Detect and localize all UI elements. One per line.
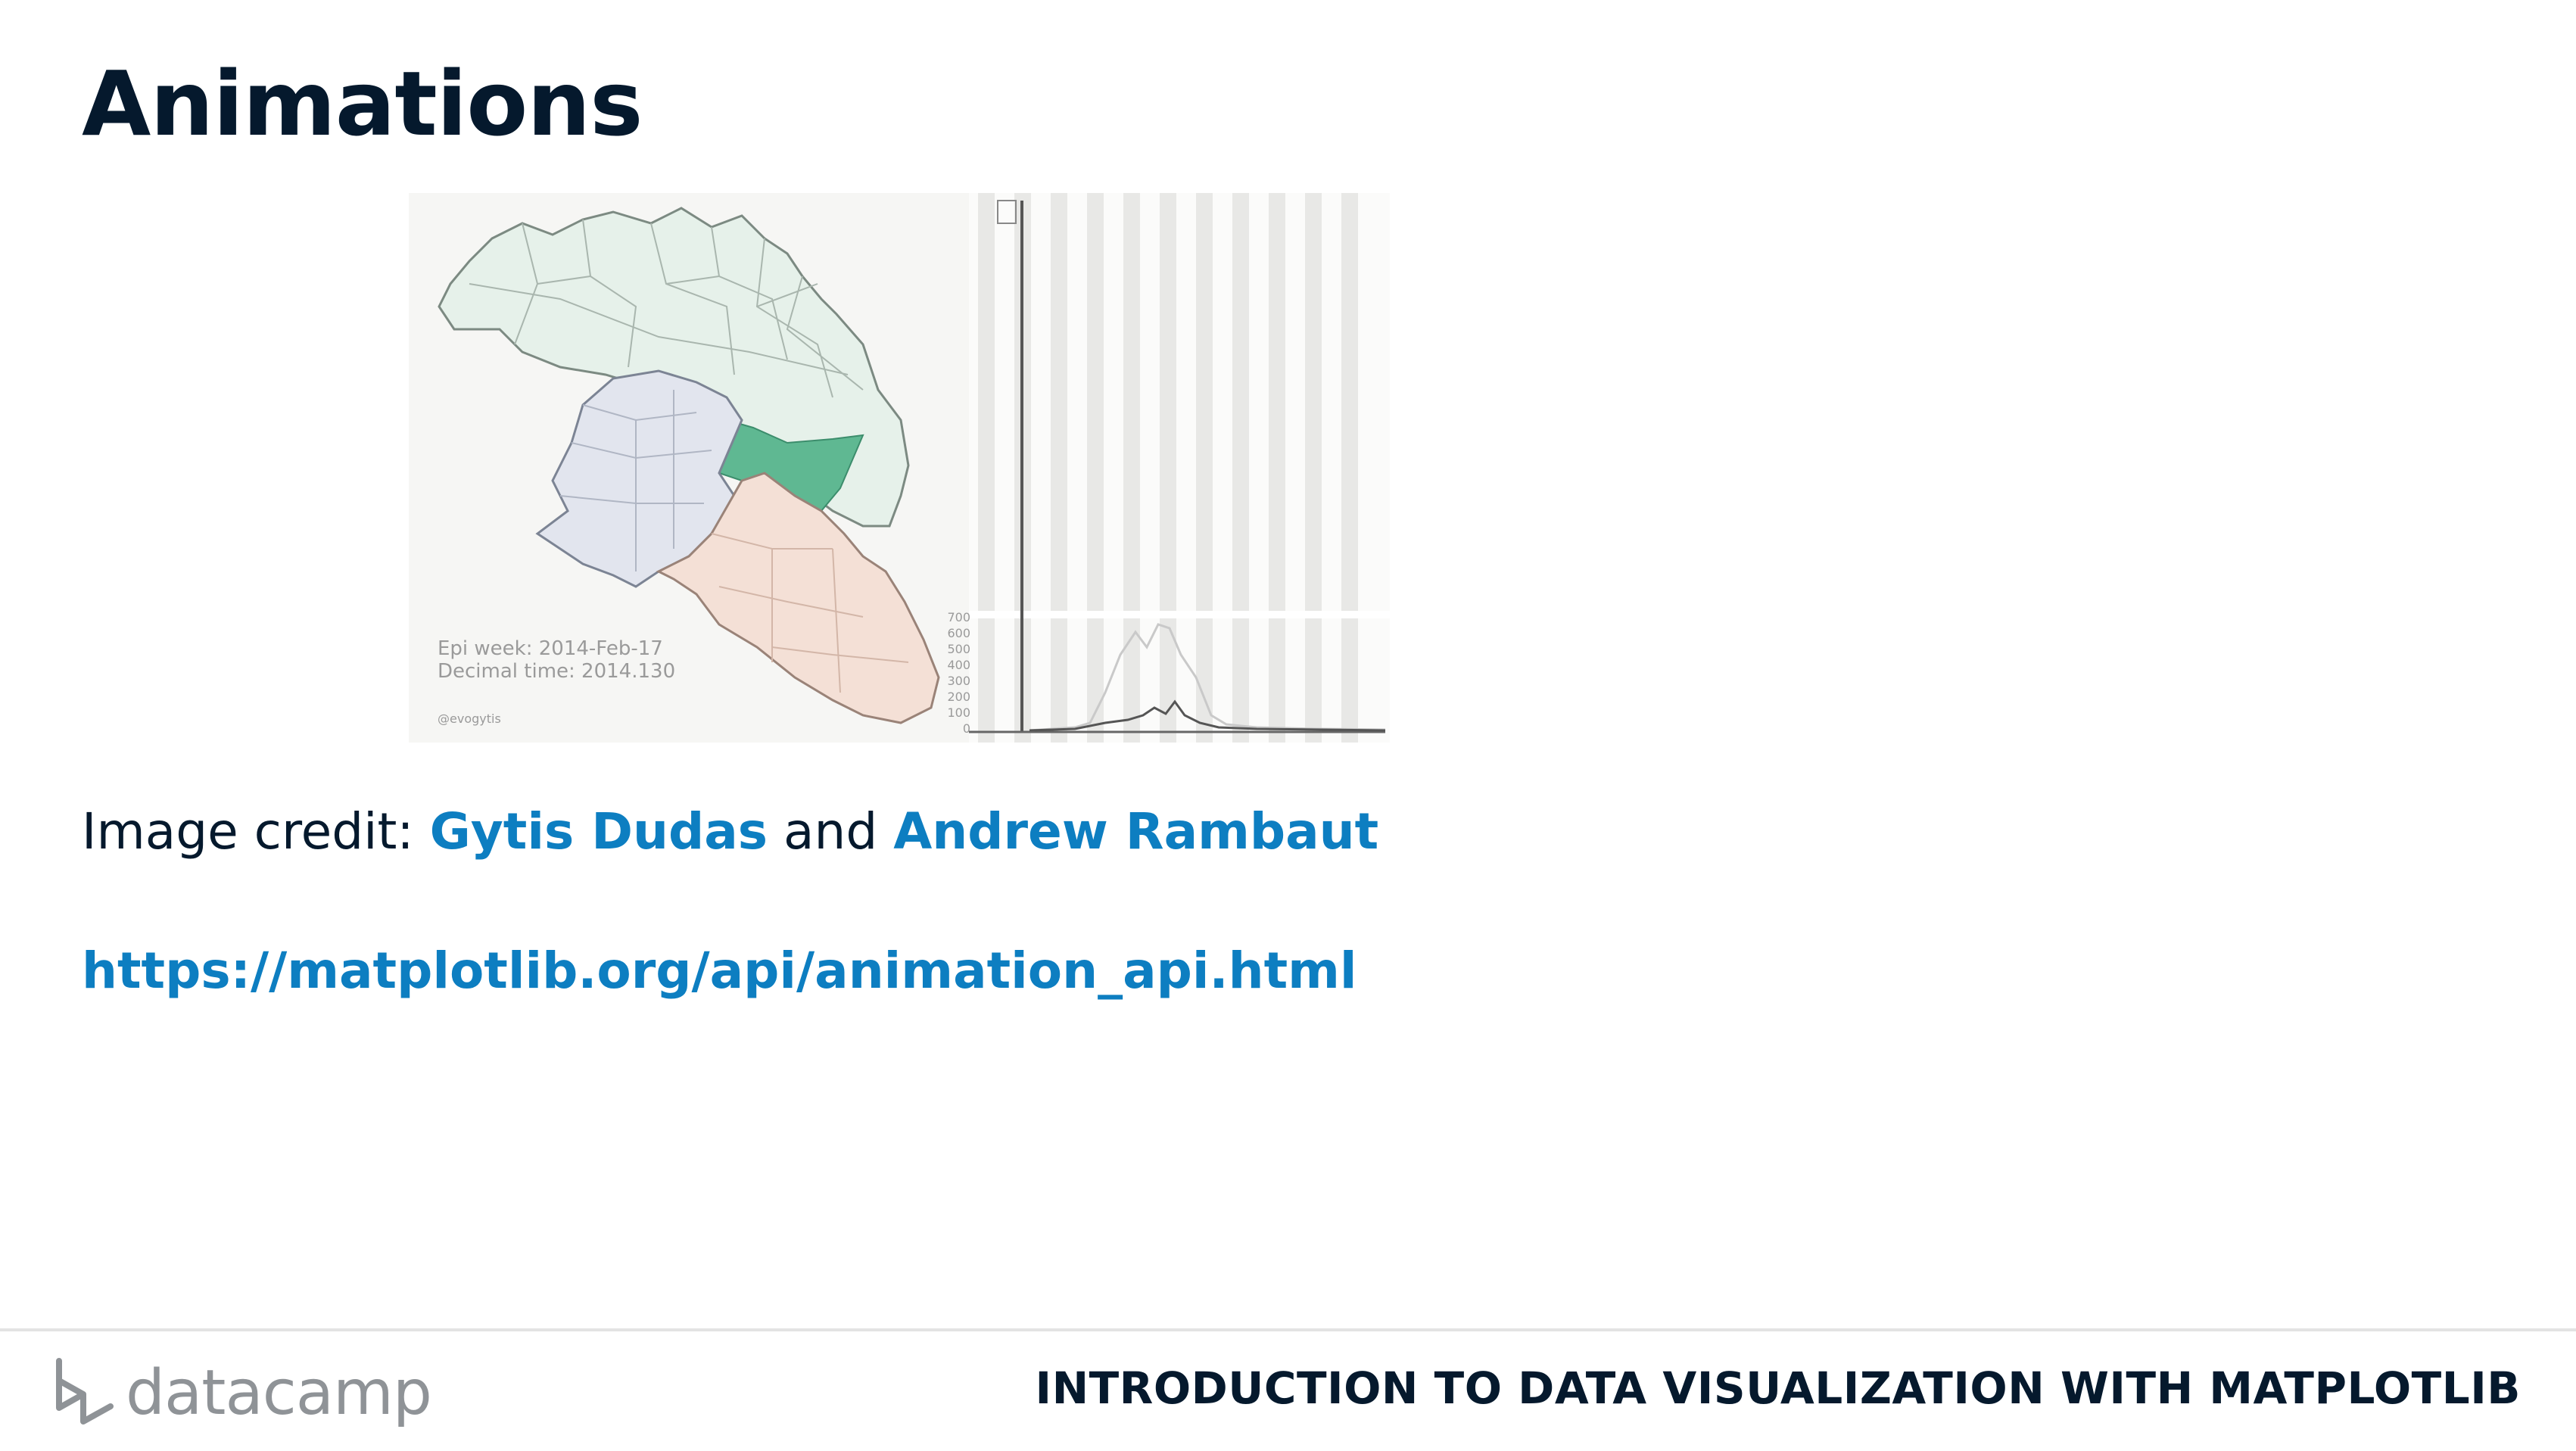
author-link-gytis-dudas[interactable]: Gytis Dudas — [430, 802, 768, 861]
timeline-panel — [969, 193, 1390, 743]
datacamp-logo-icon — [56, 1358, 114, 1425]
animation-figure: 700 600 500 400 300 200 100 0 Epi week: … — [409, 193, 1390, 743]
course-title: INTRODUCTION TO DATA VISUALIZATION WITH … — [1035, 1362, 2521, 1414]
datacamp-wordmark: datacamp — [126, 1356, 432, 1429]
y-tick-label: 400 — [947, 658, 970, 672]
y-tick-label: 600 — [947, 626, 970, 640]
image-credit: Image credit: Gytis Dudas and Andrew Ram… — [82, 802, 1378, 861]
credit-prefix: Image credit: — [82, 802, 430, 861]
y-tick-label: 300 — [947, 674, 970, 688]
author-handle: @evogytis — [438, 711, 501, 726]
slide-title: Animations — [82, 51, 643, 156]
y-tick-label: 700 — [947, 610, 970, 624]
datacamp-logo: datacamp — [53, 1355, 432, 1431]
epi-week-label: Epi week: 2014-Feb-17 — [438, 637, 663, 660]
y-tick-label: 500 — [947, 642, 970, 656]
footer-divider — [0, 1328, 2576, 1331]
decimal-time-label: Decimal time: 2014.130 — [438, 660, 675, 683]
y-axis-ticks: 700 600 500 400 300 200 100 0 — [947, 610, 970, 736]
matplotlib-animation-api-link[interactable]: https://matplotlib.org/api/animation_api… — [82, 942, 1357, 1000]
y-tick-label: 0 — [963, 721, 970, 736]
author-link-andrew-rambaut[interactable]: Andrew Rambaut — [893, 802, 1378, 861]
credit-joiner: and — [768, 802, 894, 861]
ebola-map-animation-frame: 700 600 500 400 300 200 100 0 Epi week: … — [438, 193, 1390, 743]
y-tick-label: 200 — [947, 690, 970, 704]
y-tick-label: 100 — [947, 705, 970, 720]
